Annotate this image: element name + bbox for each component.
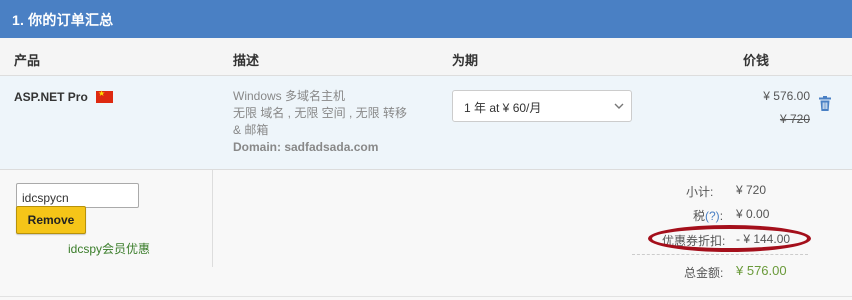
remove-promo-button[interactable]: Remove [16,206,86,234]
product-description: Windows 多域名主机 无限 域名 , 无限 空间 , 无限 转移 & 邮箱… [233,88,407,156]
totals-divider [632,254,808,255]
order-summary-header: 1. 你的订单汇总 [0,0,852,38]
promo-and-totals: Remove idcspy会员优惠 小计: ¥ 720 税(?): ¥ 0.00… [0,170,852,300]
product-price: ¥ 576.00 [763,89,810,103]
description-line: Windows 多域名主机 [233,89,346,103]
column-header-description: 描述 [233,53,260,68]
section-title: 1. 你的订单汇总 [12,12,114,28]
column-header-price: 价钱 [743,53,770,68]
product-name: ASP.NET Pro [14,90,88,104]
bottom-divider [0,296,852,297]
subtotal-label: 小计: [686,185,714,199]
description-line: 无限 域名 , 无限 空间 , 无限 转移 [233,106,408,120]
column-header-product: 产品 [14,53,41,68]
promo-code-input[interactable] [16,183,139,208]
chevron-down-icon [614,103,624,109]
trash-icon[interactable] [819,96,831,111]
billing-period-value: 1 年 at ¥ 60/月 [464,101,542,115]
total-value: ¥ 576.00 [736,263,787,278]
tax-info-link[interactable]: (?) [705,209,720,223]
total-label: 总金额: [684,266,724,280]
divider [212,170,213,267]
tax-label-text: 税 [693,209,706,223]
column-header-period: 为期 [452,53,479,68]
china-flag-icon [96,88,113,103]
table-column-headers: 产品 描述 为期 价钱 [0,38,852,76]
tax-label: 税(?): [693,207,723,224]
tax-value: ¥ 0.00 [736,207,770,221]
tax-colon: : [719,209,724,223]
highlight-ellipse [648,225,811,252]
description-line: & 邮箱 [233,123,269,137]
subtotal-value: ¥ 720 [736,183,767,197]
promo-name: idcspy会员优惠 [68,242,151,256]
product-row: ASP.NET Pro Windows 多域名主机 无限 域名 , 无限 空间 … [0,76,852,170]
product-original-price: ¥ 720 [779,112,810,126]
product-domain: Domain: sadfadsada.com [233,140,379,154]
billing-period-select[interactable]: 1 年 at ¥ 60/月 [452,90,632,122]
